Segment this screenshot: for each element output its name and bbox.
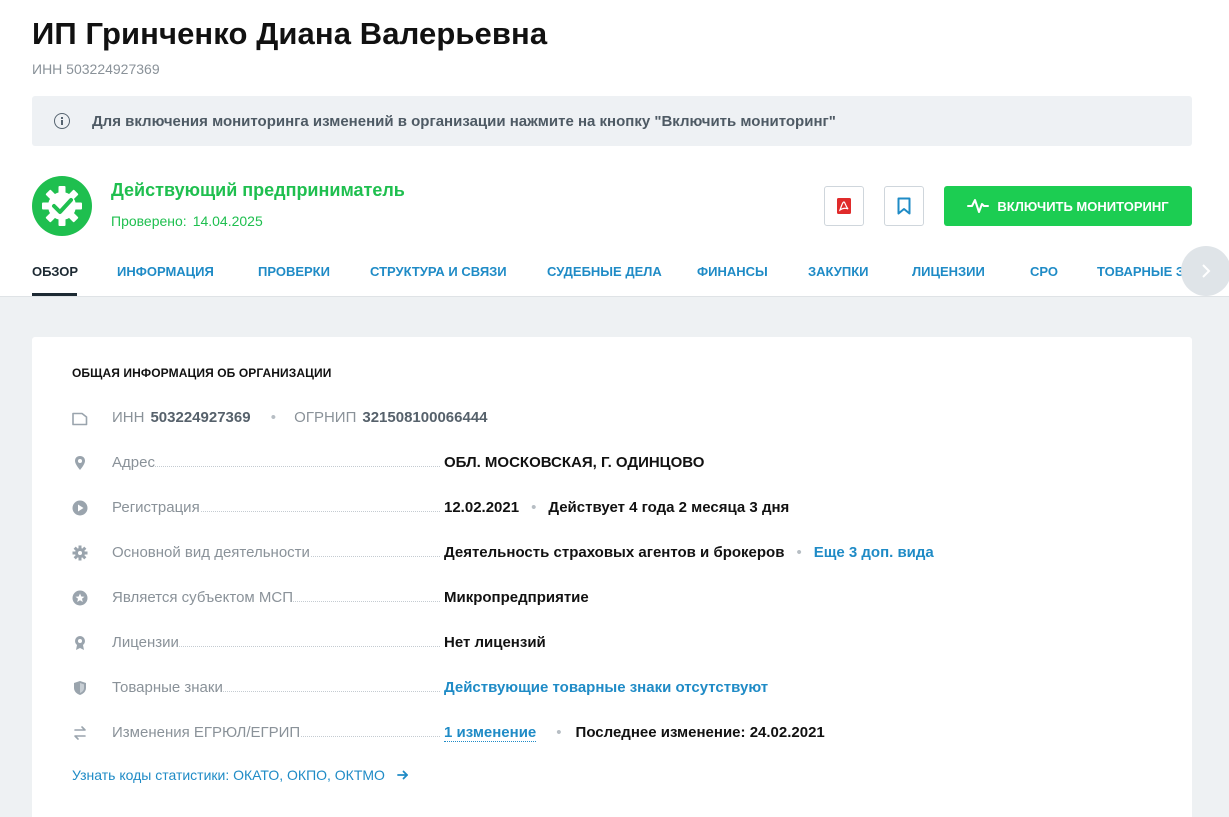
inn-subtitle: ИНН 503224927369 bbox=[32, 61, 160, 77]
licenses-row: Лицензии Нет лицензий bbox=[72, 632, 1172, 656]
trademarks-value: Действующие товарные знаки отсутствуют bbox=[444, 679, 768, 696]
page-header: ИП Гринченко Диана Валерьевна ИНН 503224… bbox=[0, 0, 1229, 297]
enable-monitoring-button[interactable]: ВКЛЮЧИТЬ МОНИТОРИНГ bbox=[944, 186, 1192, 226]
enable-monitoring-label: ВКЛЮЧИТЬ МОНИТОРИНГ bbox=[997, 198, 1169, 214]
status-label: Действующий предприниматель bbox=[111, 180, 405, 200]
play-circle-icon bbox=[72, 500, 88, 516]
msp-row: Является субъектом МСП Микропредприятие bbox=[72, 587, 1172, 611]
arrows-exchange-icon bbox=[74, 726, 86, 740]
address-row: Адрес ОБЛ. МОСКОВСКАЯ, Г. ОДИНЦОВО bbox=[72, 452, 1172, 476]
shield-icon bbox=[74, 681, 86, 695]
card-title: ОБЩАЯ ИНФОРМАЦИЯ ОБ ОРГАНИЗАЦИИ bbox=[72, 366, 332, 380]
general-info-card: ОБЩАЯ ИНФОРМАЦИЯ ОБ ОРГАНИЗАЦИИ ИНН 50322… bbox=[32, 337, 1192, 817]
monitoring-notice: Для включения мониторинга изменений в ор… bbox=[32, 96, 1192, 146]
egrul-changes-value: 1 изменение • Последнее изменение: 24.02.2… bbox=[444, 724, 825, 742]
activity-value: Деятельность страховых агентов и брокеро… bbox=[444, 544, 934, 561]
trademarks-link[interactable]: Действующие товарные знаки отсутствуют bbox=[444, 679, 768, 696]
tab-licenses[interactable]: ЛИЦЕНЗИИ bbox=[912, 264, 985, 279]
activity-main: Деятельность страховых агентов и брокеро… bbox=[444, 544, 785, 561]
info-icon bbox=[54, 113, 70, 129]
gear-check-icon bbox=[32, 176, 92, 236]
bookmark-button[interactable] bbox=[884, 186, 924, 226]
gear-icon bbox=[72, 545, 88, 561]
folder-icon bbox=[72, 412, 88, 426]
tab-information[interactable]: ИНФОРМАЦИЯ bbox=[117, 264, 214, 279]
ogrnip-value: 321508100066444 bbox=[362, 409, 488, 426]
tab-court-cases[interactable]: СУДЕБНЫЕ ДЕЛА bbox=[547, 264, 662, 279]
map-pin-icon bbox=[75, 456, 85, 470]
registration-label: Регистрация bbox=[112, 499, 440, 516]
trademarks-row: Товарные знаки Действующие товарные знак… bbox=[72, 677, 1172, 701]
pulse-icon bbox=[967, 199, 990, 213]
star-badge-icon bbox=[72, 590, 88, 606]
tab-bar: ОБЗОР ИНФОРМАЦИЯ ПРОВЕРКИ СТРУКТУРА И СВ… bbox=[32, 250, 1197, 297]
registration-value: 12.02.2021 • Действует 4 года 2 месяца 3 д… bbox=[444, 499, 790, 516]
activity-row: Основной вид деятельности Деятельность с… bbox=[72, 542, 1172, 566]
licenses-value: Нет лицензий bbox=[444, 634, 546, 651]
address-value: ОБЛ. МОСКОВСКАЯ, Г. ОДИНЦОВО bbox=[444, 454, 705, 471]
tab-overview[interactable]: ОБЗОР bbox=[32, 264, 78, 279]
changes-count-link[interactable]: 1 изменение bbox=[444, 724, 537, 742]
msp-value: Микропредприятие bbox=[444, 589, 589, 606]
bookmark-icon bbox=[897, 197, 911, 215]
notice-text: Для включения мониторинга изменений в ор… bbox=[92, 112, 836, 130]
last-change-label: Последнее изменение: bbox=[575, 724, 746, 741]
pdf-download-button[interactable] bbox=[824, 186, 864, 226]
statistics-codes-link[interactable]: Узнать коды статистики: ОКАТО, ОКПО, ОКТ… bbox=[72, 767, 409, 783]
address-label: Адрес bbox=[112, 454, 440, 471]
registration-duration: Действует 4 года 2 месяца 3 дня bbox=[548, 499, 790, 516]
checked-label: Проверено: bbox=[111, 213, 187, 229]
registration-date: 12.02.2021 bbox=[444, 499, 520, 516]
award-icon bbox=[75, 636, 85, 650]
trademarks-label: Товарные знаки bbox=[112, 679, 440, 696]
checked-info: Проверено: 14.04.2025 bbox=[111, 213, 263, 229]
pdf-icon bbox=[837, 198, 851, 214]
tab-sro[interactable]: СРО bbox=[1030, 264, 1058, 279]
registration-row: Регистрация 12.02.2021 • Действует 4 года … bbox=[72, 497, 1172, 521]
tab-structure[interactable]: СТРУКТУРА И СВЯЗИ bbox=[370, 264, 507, 279]
activity-label: Основной вид деятельности bbox=[112, 544, 440, 561]
tab-procurement[interactable]: ЗАКУПКИ bbox=[808, 264, 869, 279]
chevron-right-icon bbox=[1202, 264, 1211, 278]
egrul-changes-row: Изменения ЕГРЮЛ/ЕГРИП 1 изменение • Послед… bbox=[72, 722, 1172, 746]
last-change-date: 24.02.2021 bbox=[749, 724, 825, 741]
msp-label: Является субъектом МСП bbox=[112, 589, 440, 606]
active-tab-indicator bbox=[32, 293, 77, 296]
checked-date: 14.04.2025 bbox=[192, 213, 263, 229]
inn-value: 503224927369 bbox=[150, 409, 251, 426]
page-title: ИП Гринченко Диана Валерьевна bbox=[32, 16, 548, 51]
arrow-right-icon bbox=[396, 770, 408, 780]
licenses-label: Лицензии bbox=[112, 634, 440, 651]
tabs-scroll-right-button[interactable] bbox=[1181, 246, 1229, 296]
ogrnip-label: ОГРНИП bbox=[294, 409, 357, 426]
tab-finance[interactable]: ФИНАНСЫ bbox=[697, 264, 768, 279]
additional-activities-link[interactable]: Еще 3 доп. вида bbox=[814, 544, 934, 561]
egrul-changes-label: Изменения ЕГРЮЛ/ЕГРИП bbox=[112, 724, 440, 741]
tab-inspections[interactable]: ПРОВЕРКИ bbox=[258, 264, 330, 279]
inn-ogrnip-row: ИНН 503224927369 • ОГРНИП 321508100066444 bbox=[72, 409, 488, 426]
inn-label: ИНН bbox=[112, 409, 145, 426]
